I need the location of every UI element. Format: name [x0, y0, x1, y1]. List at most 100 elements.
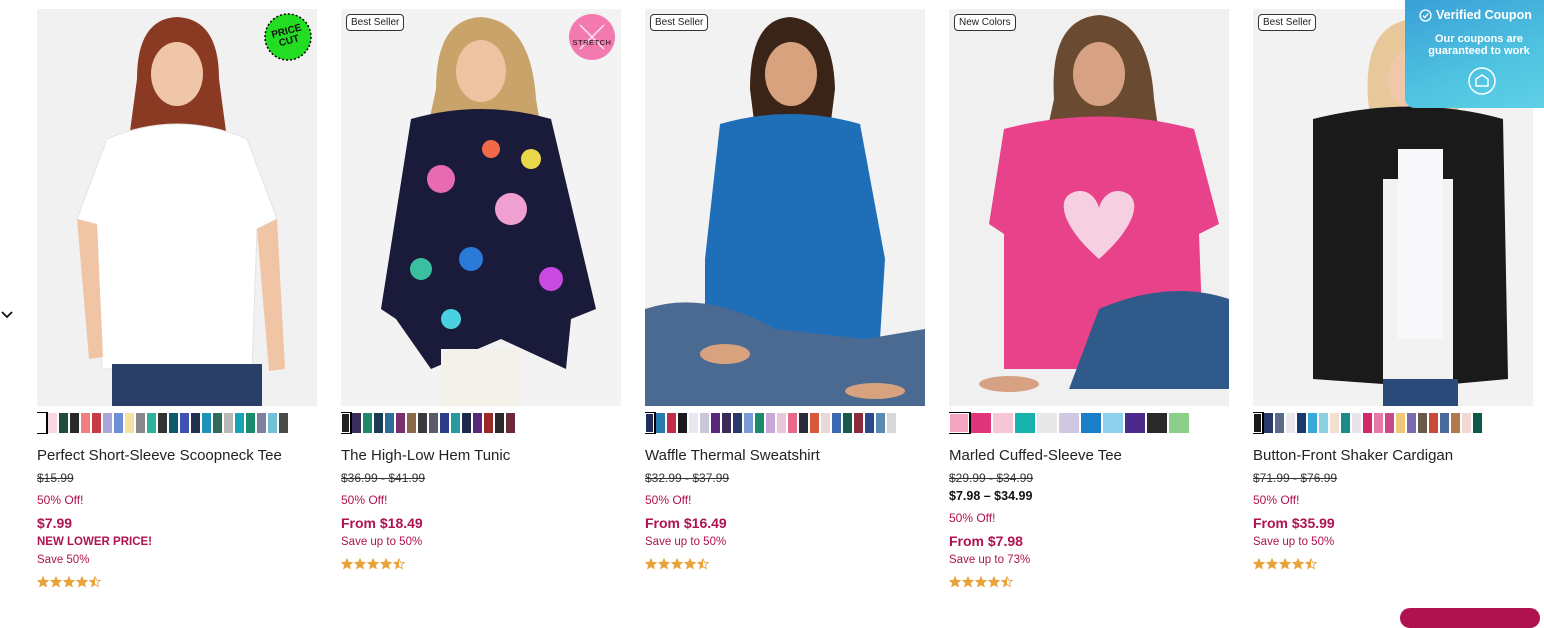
- color-swatch[interactable]: [1473, 413, 1482, 433]
- color-swatch[interactable]: [1407, 413, 1416, 433]
- color-swatch[interactable]: [722, 413, 731, 433]
- color-swatch[interactable]: [1418, 413, 1427, 433]
- color-swatch[interactable]: [147, 413, 156, 433]
- color-swatch[interactable]: [1297, 413, 1306, 433]
- color-swatch[interactable]: [993, 413, 1013, 433]
- color-swatch[interactable]: [766, 413, 775, 433]
- verified-coupon-widget[interactable]: Verified Coupon Our coupons are guarante…: [1405, 0, 1544, 108]
- color-swatch[interactable]: [1319, 413, 1328, 433]
- color-swatch[interactable]: [971, 413, 991, 433]
- color-swatch[interactable]: [235, 413, 244, 433]
- color-swatch[interactable]: [1396, 413, 1405, 433]
- color-swatch[interactable]: [1264, 413, 1273, 433]
- product-card[interactable]: New Colors Marled Cuffed-Sleeve Tee $29.…: [949, 9, 1229, 590]
- color-swatch[interactable]: [224, 413, 233, 433]
- color-swatch[interactable]: [689, 413, 698, 433]
- color-swatch[interactable]: [700, 413, 709, 433]
- coupon-icon[interactable]: [1467, 66, 1497, 96]
- color-swatch[interactable]: [114, 413, 123, 433]
- color-swatch[interactable]: [656, 413, 665, 433]
- color-swatch[interactable]: [506, 413, 515, 433]
- color-swatch[interactable]: [429, 413, 438, 433]
- color-swatch[interactable]: [374, 413, 383, 433]
- product-image[interactable]: Best Seller: [645, 9, 925, 406]
- product-image[interactable]: Best Seller STRETCH: [341, 9, 621, 406]
- color-swatch[interactable]: [70, 413, 79, 433]
- chat-button[interactable]: [1400, 608, 1540, 628]
- color-swatch[interactable]: [385, 413, 394, 433]
- color-swatch[interactable]: [341, 412, 352, 434]
- color-swatch[interactable]: [667, 413, 676, 433]
- color-swatch[interactable]: [1015, 413, 1035, 433]
- color-swatch[interactable]: [1429, 413, 1438, 433]
- color-swatch[interactable]: [1169, 413, 1189, 433]
- color-swatch[interactable]: [440, 413, 449, 433]
- product-name[interactable]: Marled Cuffed-Sleeve Tee: [949, 447, 1229, 465]
- color-swatch[interactable]: [125, 413, 134, 433]
- color-swatch[interactable]: [876, 413, 885, 433]
- color-swatch[interactable]: [645, 412, 656, 434]
- color-swatch[interactable]: [1253, 412, 1264, 434]
- color-swatch[interactable]: [1330, 413, 1339, 433]
- color-swatch[interactable]: [169, 413, 178, 433]
- product-card[interactable]: Best Seller STRETCH The High-Low Hem Tun…: [341, 9, 621, 572]
- color-swatch[interactable]: [279, 413, 288, 433]
- color-swatch[interactable]: [1059, 413, 1079, 433]
- color-swatch[interactable]: [711, 413, 720, 433]
- color-swatch[interactable]: [1275, 413, 1284, 433]
- color-swatch[interactable]: [37, 412, 48, 434]
- color-swatch[interactable]: [744, 413, 753, 433]
- color-swatch[interactable]: [396, 413, 405, 433]
- color-swatch[interactable]: [821, 413, 830, 433]
- color-swatch[interactable]: [1147, 413, 1167, 433]
- product-name[interactable]: The High-Low Hem Tunic: [341, 447, 621, 465]
- color-swatch[interactable]: [1451, 413, 1460, 433]
- color-swatch[interactable]: [180, 413, 189, 433]
- color-swatch[interactable]: [1363, 413, 1372, 433]
- color-swatch[interactable]: [48, 413, 57, 433]
- color-swatch[interactable]: [1341, 413, 1350, 433]
- color-swatch[interactable]: [854, 413, 863, 433]
- color-swatch[interactable]: [1103, 413, 1123, 433]
- color-swatch[interactable]: [1462, 413, 1471, 433]
- color-swatch[interactable]: [268, 413, 277, 433]
- color-swatch[interactable]: [1352, 413, 1361, 433]
- product-image[interactable]: New Colors: [949, 9, 1229, 406]
- color-swatch[interactable]: [865, 413, 874, 433]
- color-swatch[interactable]: [1385, 413, 1394, 433]
- color-swatch[interactable]: [191, 413, 200, 433]
- color-swatch[interactable]: [462, 413, 471, 433]
- color-swatch[interactable]: [799, 413, 808, 433]
- product-name[interactable]: Perfect Short-Sleeve Scoopneck Tee: [37, 447, 317, 465]
- product-image[interactable]: PRICE CUT: [37, 9, 317, 406]
- color-swatch[interactable]: [363, 413, 372, 433]
- color-swatch[interactable]: [1440, 413, 1449, 433]
- color-swatch[interactable]: [788, 413, 797, 433]
- color-swatch[interactable]: [832, 413, 841, 433]
- product-name[interactable]: Button-Front Shaker Cardigan: [1253, 447, 1533, 465]
- color-swatch[interactable]: [246, 413, 255, 433]
- color-swatch[interactable]: [92, 413, 101, 433]
- color-swatch[interactable]: [1308, 413, 1317, 433]
- color-swatch[interactable]: [484, 413, 493, 433]
- color-swatch[interactable]: [59, 413, 68, 433]
- color-swatch[interactable]: [887, 413, 896, 433]
- color-swatch[interactable]: [755, 413, 764, 433]
- product-card[interactable]: PRICE CUT Perfect Short-Sleeve Scoopneck…: [37, 9, 317, 590]
- color-swatch[interactable]: [257, 413, 266, 433]
- color-swatch[interactable]: [81, 413, 90, 433]
- color-swatch[interactable]: [103, 413, 112, 433]
- color-swatch[interactable]: [949, 412, 971, 434]
- color-swatch[interactable]: [1374, 413, 1383, 433]
- color-swatch[interactable]: [136, 413, 145, 433]
- color-swatch[interactable]: [1081, 413, 1101, 433]
- color-swatch[interactable]: [1037, 413, 1057, 433]
- color-swatch[interactable]: [202, 413, 211, 433]
- color-swatch[interactable]: [473, 413, 482, 433]
- color-swatch[interactable]: [352, 413, 361, 433]
- color-swatch[interactable]: [1125, 413, 1145, 433]
- color-swatch[interactable]: [733, 413, 742, 433]
- color-swatch[interactable]: [678, 413, 687, 433]
- color-swatch[interactable]: [407, 413, 416, 433]
- color-swatch[interactable]: [451, 413, 460, 433]
